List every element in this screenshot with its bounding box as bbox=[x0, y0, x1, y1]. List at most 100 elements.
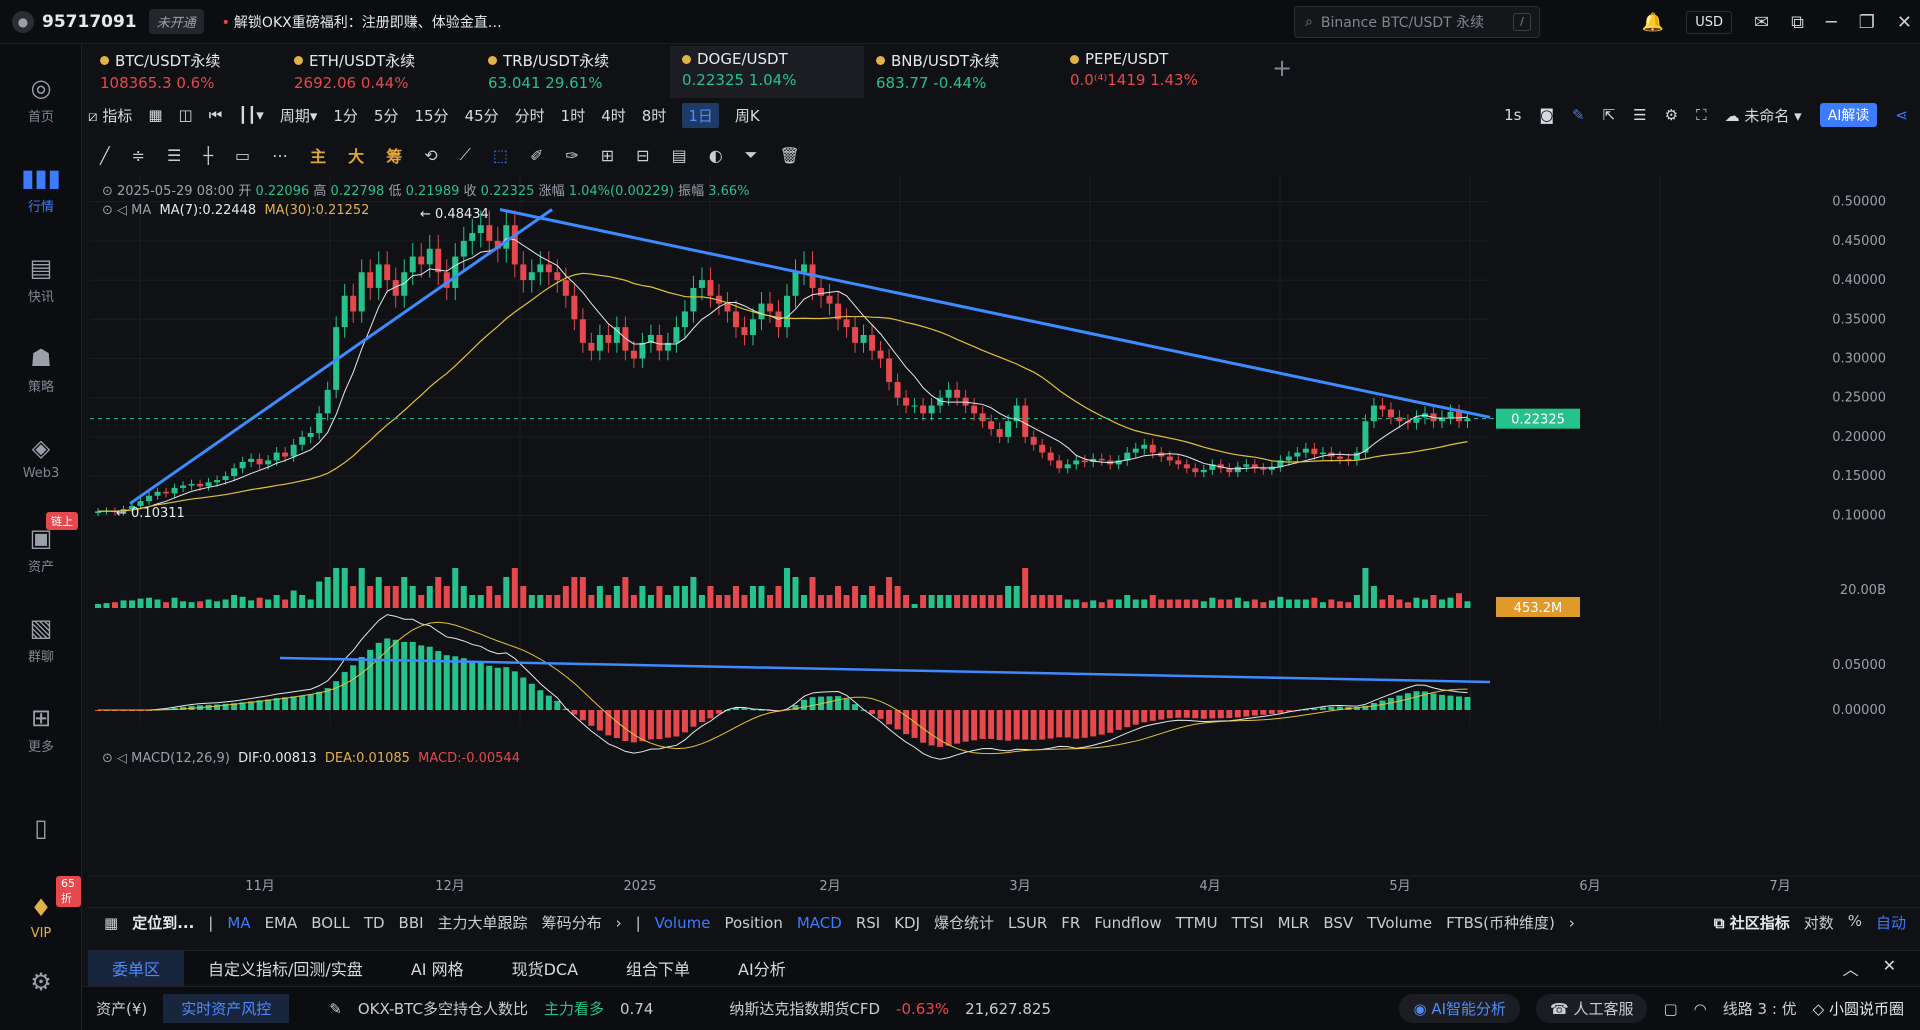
list-icon[interactable]: ☰ bbox=[1633, 106, 1646, 124]
log-toggle[interactable]: 对数 bbox=[1804, 912, 1834, 933]
fullscreen-icon[interactable]: ⛶ bbox=[1696, 106, 1707, 124]
chevron-right-icon[interactable]: › bbox=[616, 914, 622, 932]
rectangle-icon[interactable]: ▭ bbox=[235, 146, 250, 165]
ind-macd[interactable]: MACD bbox=[797, 914, 842, 932]
tab-combo-order[interactable]: 组合下单 bbox=[602, 950, 714, 986]
measure-icon[interactable]: ⟋ bbox=[460, 145, 471, 165]
brush-icon[interactable]: ✐ bbox=[530, 146, 543, 165]
magnet-icon[interactable]: ◐ bbox=[709, 146, 723, 165]
period-select[interactable]: 周期▾ bbox=[280, 105, 318, 126]
sidebar-item-chat[interactable]: ▧ 群聊 bbox=[0, 614, 82, 665]
interval-8h[interactable]: 8时 bbox=[642, 105, 667, 126]
risk-control-button[interactable]: 实时资产风控 bbox=[163, 994, 290, 1023]
asset-label[interactable]: 资产(¥) bbox=[96, 998, 147, 1019]
main-force-button[interactable]: 主 bbox=[310, 143, 326, 167]
sidebar-item-settings[interactable]: ⚙ bbox=[0, 968, 82, 1000]
sidebar-item-mobile[interactable]: ▯ bbox=[0, 814, 82, 846]
currency-select[interactable]: USD bbox=[1686, 10, 1732, 34]
cursor-icon[interactable]: ⬚ bbox=[493, 146, 508, 165]
bell-icon[interactable]: 🔔 bbox=[1642, 12, 1664, 33]
lock-icon[interactable]: ⊟ bbox=[636, 146, 649, 165]
avatar[interactable]: ● bbox=[12, 10, 34, 33]
mail-icon[interactable]: ✉ bbox=[1754, 12, 1769, 33]
ind-boll[interactable]: BOLL bbox=[311, 914, 350, 932]
tab-pepe[interactable]: PEPE/USDT 0.0⁽⁴⁾1419 1.43% bbox=[1058, 46, 1252, 98]
interval-1w[interactable]: 周K bbox=[735, 105, 760, 126]
candle-type-icon[interactable]: ┃┃▾ bbox=[238, 106, 264, 124]
ind-chips[interactable]: 筹码分布 bbox=[542, 912, 602, 933]
layout-grid-icon[interactable]: ▦ bbox=[104, 914, 118, 932]
replay-icon[interactable]: ⏮ bbox=[209, 106, 223, 124]
sidebar-item-more[interactable]: ⊞ 更多 bbox=[0, 704, 82, 755]
fib-icon[interactable]: ≑ bbox=[132, 146, 145, 165]
vip-status-badge[interactable]: 未开通 bbox=[148, 9, 204, 34]
tab-ai-analysis[interactable]: AI分析 bbox=[714, 950, 810, 986]
ind-mlr[interactable]: MLR bbox=[1278, 914, 1310, 932]
more-tools-icon[interactable]: ⋯ bbox=[272, 146, 288, 165]
interval-1m[interactable]: 1分 bbox=[333, 105, 358, 126]
gear-icon[interactable]: ⚙ bbox=[1665, 106, 1678, 124]
chevron-right-icon[interactable]: › bbox=[1569, 914, 1575, 932]
interval-45m[interactable]: 45分 bbox=[465, 105, 499, 126]
layout-icon[interactable]: ◫ bbox=[179, 106, 193, 124]
ma-info[interactable]: ⊙ ◁ MA MA(7):0.22448 MA(30):0.21252 bbox=[102, 203, 369, 218]
ind-ftbs[interactable]: FTBS(币种维度) bbox=[1446, 912, 1555, 933]
ind-ema[interactable]: EMA bbox=[265, 914, 298, 932]
ind-kdj[interactable]: KDJ bbox=[894, 914, 920, 932]
note-icon[interactable]: ▤ bbox=[672, 146, 687, 165]
collapse-icon[interactable]: ︿ bbox=[1843, 956, 1859, 980]
interval-5m[interactable]: 5分 bbox=[374, 105, 399, 126]
edit-icon[interactable]: ✎ bbox=[329, 1000, 342, 1018]
search-input[interactable]: ⌕ Binance BTC/USDT 永续 / bbox=[1294, 6, 1540, 38]
macd-info[interactable]: ⊙ ◁ MACD(12,26,9) DIF:0.00813 DEA:0.0108… bbox=[102, 751, 520, 766]
interval-1d[interactable]: 1日 bbox=[682, 102, 719, 128]
locate-button[interactable]: 定位到... bbox=[132, 912, 194, 933]
price-chart-svg[interactable]: 0.50000 0.45000 0.40000 0.35000 0.30000 0.250… bbox=[88, 176, 1920, 907]
ind-td[interactable]: TD bbox=[364, 914, 385, 932]
trendline-icon[interactable]: ╱ bbox=[100, 146, 110, 165]
tab-bnb[interactable]: BNB/USDT永续 683.77 -0.44% bbox=[864, 46, 1058, 98]
sidebar-item-web3[interactable]: ◈ Web3 bbox=[0, 434, 82, 481]
community-indicators[interactable]: ⧉ 社区指标 bbox=[1714, 912, 1790, 933]
tab-eth[interactable]: ETH/USDT永续 2692.06 0.44% bbox=[282, 46, 476, 98]
sync-icon[interactable]: ⟲ bbox=[424, 146, 437, 165]
hline-icon[interactable]: ┼ bbox=[203, 146, 213, 165]
parallel-icon[interactable]: ☰ bbox=[167, 146, 181, 165]
ai-analysis-button[interactable]: ◉ AI智能分析 bbox=[1399, 994, 1520, 1023]
sidebar-item-home[interactable]: ◎ 首页 bbox=[0, 74, 82, 125]
ind-lsur[interactable]: LSUR bbox=[1008, 914, 1047, 932]
sidebar-item-strategy[interactable]: ☗ 策略 bbox=[0, 344, 82, 395]
camera-icon[interactable]: ◙ bbox=[1539, 106, 1554, 124]
customer-service-button[interactable]: ☎ 人工客服 bbox=[1536, 994, 1648, 1023]
ind-bsv[interactable]: BSV bbox=[1323, 914, 1353, 932]
tab-ai-grid[interactable]: AI 网格 bbox=[387, 950, 488, 986]
ind-ttmu[interactable]: TTMU bbox=[1176, 914, 1218, 932]
chart-area[interactable]: 0.50000 0.45000 0.40000 0.35000 0.30000 0.250… bbox=[88, 176, 1920, 911]
ind-volume[interactable]: Volume bbox=[655, 914, 711, 932]
interval-1h[interactable]: 1时 bbox=[561, 105, 586, 126]
ind-liquidation[interactable]: 爆仓统计 bbox=[934, 912, 994, 933]
restore-icon[interactable]: ❐ bbox=[1859, 12, 1875, 33]
user-id[interactable]: ● 95717091 bbox=[12, 10, 137, 33]
minimize-icon[interactable]: ─ bbox=[1826, 12, 1837, 33]
message-icon[interactable]: ▢ bbox=[1663, 1000, 1677, 1018]
interval-4h[interactable]: 4时 bbox=[601, 105, 626, 126]
interval-15m[interactable]: 15分 bbox=[414, 105, 448, 126]
ind-ttsi[interactable]: TTSI bbox=[1232, 914, 1264, 932]
trash-icon[interactable]: 🗑 bbox=[779, 146, 799, 165]
share-window-icon[interactable]: ⇱ bbox=[1603, 106, 1616, 124]
add-tab-button[interactable]: + bbox=[1252, 46, 1312, 98]
tab-trb[interactable]: TRB/USDT永续 63.041 29.61% bbox=[476, 46, 670, 98]
ind-fr[interactable]: FR bbox=[1061, 914, 1080, 932]
refresh-rate[interactable]: 1s bbox=[1504, 106, 1521, 124]
line-status[interactable]: 线路 3 : 优 bbox=[1723, 998, 1797, 1019]
promo-banner[interactable]: • 解锁OKX重磅福利：注册即赚、体验金直… bbox=[222, 12, 502, 32]
sidebar-item-assets[interactable]: ▣ 资产 bbox=[0, 524, 82, 575]
close-icon[interactable]: ✕ bbox=[1897, 12, 1912, 33]
ind-rsi[interactable]: RSI bbox=[856, 914, 880, 932]
indicator-button[interactable]: ⧄ 指标 bbox=[88, 105, 132, 126]
share-icon[interactable]: ⋖ bbox=[1895, 106, 1908, 124]
calendar-icon[interactable]: ▦ bbox=[148, 106, 162, 124]
cloud-layout[interactable]: ☁ 未命名 ▾ bbox=[1725, 105, 1802, 126]
close-panel-icon[interactable]: ✕ bbox=[1883, 956, 1896, 980]
